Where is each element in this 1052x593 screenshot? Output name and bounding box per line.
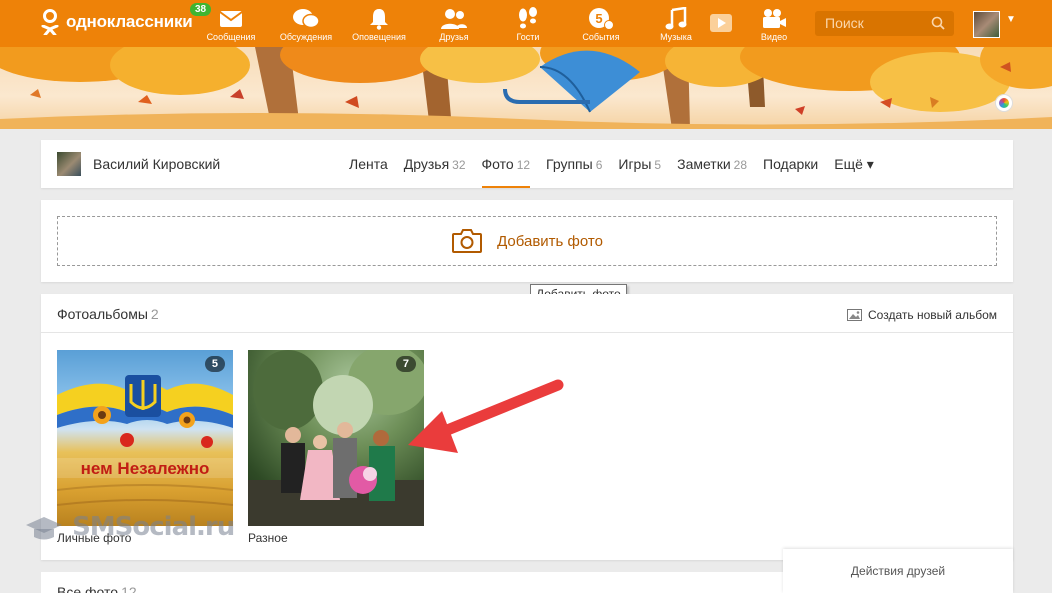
albums-heading: Фотоальбомы 2 (57, 306, 159, 322)
footprints-icon (493, 6, 563, 32)
tab-groups-count: 6 (595, 158, 603, 172)
search-box[interactable] (815, 11, 954, 36)
theme-color-picker-icon[interactable] (996, 95, 1012, 111)
album-misc-name[interactable]: Разное (248, 531, 424, 545)
group-photo-image (248, 350, 424, 526)
tab-photos-label: Фото (481, 156, 514, 172)
chevron-down-icon[interactable]: ▼ (1006, 14, 1016, 25)
search-input[interactable] (815, 11, 925, 35)
friends-actions-panel[interactable]: Действия друзей (783, 549, 1013, 593)
all-photos-count: 12 (121, 584, 137, 593)
envelope-icon (196, 6, 266, 32)
albums-title: Фотоальбомы (57, 306, 148, 322)
watermark-logo: SMSocial.ru (24, 512, 235, 542)
nav-messages[interactable]: Сообщения (196, 6, 266, 43)
tab-friends[interactable]: Друзья 32 (404, 140, 466, 188)
tab-notes-label: Заметки (677, 156, 731, 172)
album-misc-cover[interactable]: 7 (248, 350, 424, 526)
tab-groups-label: Группы (546, 156, 593, 172)
album-misc[interactable]: 7 Разное (248, 350, 424, 545)
album-misc-count: 7 (395, 356, 416, 372)
events-icon: 5 (566, 6, 636, 32)
tab-feed-label: Лента (349, 156, 388, 172)
friends-actions-label: Действия друзей (850, 564, 946, 578)
ok-logo[interactable]: одноклассники (40, 9, 193, 35)
nav-discussions-label: Обсуждения (279, 32, 333, 42)
nav-music-label: Музыка (660, 32, 692, 42)
nav-events-label: События (582, 32, 620, 42)
camera-icon (452, 229, 483, 253)
tab-more-label: Ещё ▾ (834, 156, 874, 172)
image-icon (847, 309, 862, 321)
tab-gifts-label: Подарки (763, 156, 819, 172)
tab-more[interactable]: Ещё ▾ (834, 140, 874, 188)
nav-notifications-label: Оповещения (352, 32, 406, 42)
all-photos-heading: Все фото 12 (57, 584, 137, 593)
tab-friends-count: 32 (452, 158, 466, 172)
nav-friends[interactable]: Друзья (419, 6, 489, 43)
nav-friends-label: Друзья (439, 32, 469, 42)
tab-notes[interactable]: Заметки 28 (677, 140, 747, 188)
nav-video[interactable]: Видео (739, 6, 809, 43)
video-camera-icon (739, 6, 809, 32)
add-photo-label: Добавить фото (497, 232, 603, 250)
profile-nav-card: Василий Кировский Лента Друзья 32 Фото 12 … (41, 140, 1013, 188)
nav-messages-label: Сообщения (206, 32, 256, 42)
profile-name[interactable]: Василий Кировский (93, 156, 220, 172)
add-photo-card: Добавить фото (41, 200, 1013, 282)
albums-divider (41, 332, 1013, 333)
nav-guests[interactable]: Гости (493, 6, 563, 43)
album-personal-cover[interactable]: нем Незалежно 5 (57, 350, 233, 526)
create-album-label: Создать новый альбом (868, 308, 997, 322)
watermark-text: SMSocial.ru (72, 512, 235, 542)
autumn-banner (0, 47, 1052, 129)
watermark-cap-icon (26, 516, 62, 539)
album-personal-count: 5 (204, 356, 225, 372)
tab-gifts[interactable]: Подарки (763, 140, 818, 188)
tab-games-label: Игры (618, 156, 652, 172)
tab-groups[interactable]: Группы 6 (546, 140, 602, 188)
nav-guests-label: Гости (516, 32, 540, 42)
profile-tabs: Лента Друзья 32 Фото 12 Группы 6 Игры 5 Заме… (349, 140, 890, 188)
autumn-banner-illustration (0, 47, 1052, 129)
ok-logo-icon (40, 9, 60, 35)
tab-games[interactable]: Игры 5 (618, 140, 661, 188)
svg-text:5: 5 (595, 11, 602, 26)
top-bar: одноклассники 38 Сообщения Обсуждения Оп… (0, 0, 1052, 47)
tab-feed[interactable]: Лента (349, 140, 388, 188)
create-album-button[interactable]: Создать новый альбом (847, 308, 997, 322)
nav-events[interactable]: 5 События (566, 6, 636, 43)
tab-photos[interactable]: Фото 12 (481, 140, 531, 188)
poster-caption: нем Незалежно (81, 459, 210, 478)
tab-games-count: 5 (654, 158, 662, 172)
nav-video-label: Видео (760, 32, 788, 42)
albums-count: 2 (150, 306, 159, 322)
all-photos-title: Все фото (57, 584, 119, 593)
annotation-arrow-icon (408, 379, 564, 453)
profile-avatar[interactable] (57, 152, 81, 176)
people-icon (419, 6, 489, 32)
tab-friends-label: Друзья (403, 156, 450, 172)
search-icon[interactable] (931, 16, 945, 30)
tab-photos-count: 12 (516, 158, 531, 172)
bell-icon (344, 6, 414, 32)
tab-notes-count: 28 (733, 158, 748, 172)
user-avatar[interactable] (973, 11, 1000, 38)
add-photo-button[interactable]: Добавить фото (57, 216, 997, 266)
logo-text: одноклассники (66, 12, 193, 31)
chat-bubbles-icon (271, 6, 341, 32)
nav-discussions[interactable]: Обсуждения (271, 6, 341, 43)
nav-notifications[interactable]: Оповещения (344, 6, 414, 43)
ukraine-poster-image: нем Незалежно (57, 375, 233, 506)
